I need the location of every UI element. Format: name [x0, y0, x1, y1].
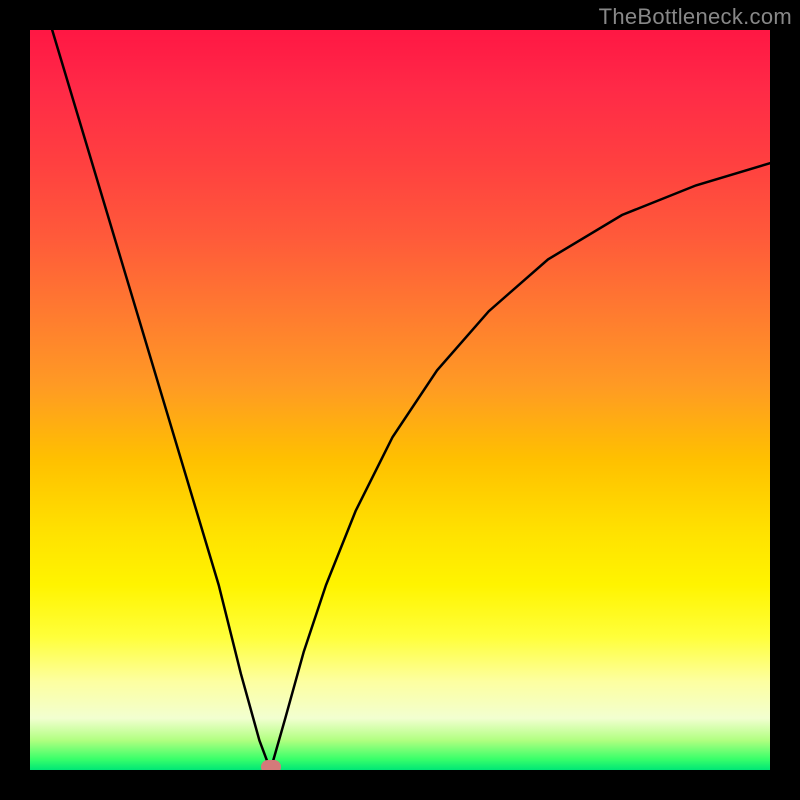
chart-frame: TheBottleneck.com — [0, 0, 800, 800]
optimal-marker — [261, 760, 281, 770]
plot-area — [30, 30, 770, 770]
watermark-text: TheBottleneck.com — [599, 4, 792, 30]
bottleneck-curve — [30, 30, 770, 770]
